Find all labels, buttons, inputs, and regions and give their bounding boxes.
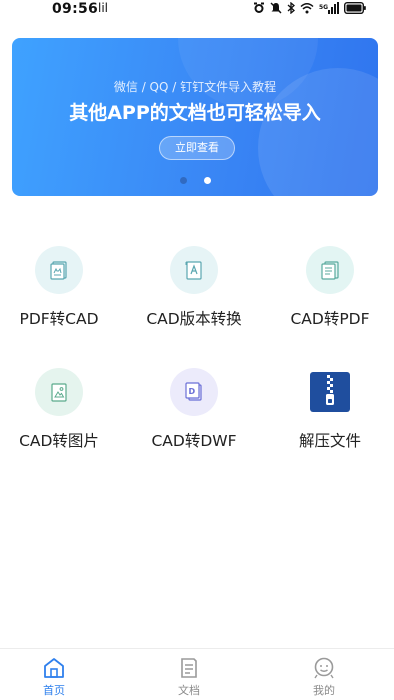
mute-icon [270, 2, 282, 14]
battery-icon [344, 2, 366, 14]
tool-label: CAD转图片 [19, 432, 99, 450]
svg-text:lil: lil [98, 1, 108, 14]
svg-text:5G: 5G [319, 4, 328, 11]
tool-label: CAD转PDF [290, 310, 370, 328]
promo-banner[interactable]: 微信 / QQ / 钉钉文件导入教程 其他APP的文档也可轻松导入 立即查看 [12, 38, 378, 196]
tool-cad-to-image[interactable]: CAD转图片 [0, 368, 124, 468]
bluetooth-icon [287, 2, 295, 14]
profile-icon [314, 657, 334, 679]
tool-cad-version[interactable]: CAD版本转换 [129, 246, 259, 346]
signal-icon: 5G [319, 2, 339, 14]
tab-label: 文档 [178, 684, 200, 697]
cad-version-icon [170, 246, 218, 294]
banner-subtitle: 微信 / QQ / 钉钉文件导入教程 [113, 80, 277, 94]
tool-label: CAD转DWF [151, 432, 237, 450]
cad-to-pdf-icon [306, 246, 354, 294]
tab-profile[interactable]: 我的 [284, 649, 364, 700]
status-time: 09:56 [52, 1, 99, 17]
status-icons: 5G [253, 2, 366, 14]
view-now-button[interactable]: 立即查看 [159, 136, 235, 160]
tool-label: CAD版本转换 [146, 310, 242, 328]
carousel-indicator [12, 177, 378, 184]
document-icon [181, 658, 197, 678]
tab-documents[interactable]: 文档 [149, 649, 229, 700]
tab-label: 首页 [43, 684, 65, 697]
svg-text:D: D [189, 387, 196, 396]
wifi-icon [300, 3, 314, 14]
tool-pdf-to-cad[interactable]: PDF转CAD [0, 246, 124, 346]
banner-title: 其他APP的文档也可轻松导入 [69, 102, 321, 124]
tool-cad-to-dwf[interactable]: D CAD转DWF [129, 368, 259, 468]
alarm-icon [254, 2, 264, 13]
tool-unzip[interactable]: 解压文件 [265, 368, 394, 468]
tool-label: PDF转CAD [19, 310, 99, 328]
tool-cad-to-pdf[interactable]: CAD转PDF [265, 246, 394, 346]
carousel-dot[interactable] [179, 177, 187, 184]
bottom-tab-bar: 首页 文档 我的 [0, 648, 394, 700]
pdf-to-cad-icon [35, 246, 83, 294]
unzip-icon [306, 368, 354, 416]
cad-to-dwf-icon: D [170, 368, 218, 416]
carousel-dot-active[interactable] [203, 177, 211, 184]
network-indicator: lil [98, 0, 116, 18]
cad-to-image-icon [35, 368, 83, 416]
tool-label: 解压文件 [298, 432, 361, 450]
tab-home[interactable]: 首页 [14, 649, 94, 700]
status-bar: 09:56 lil 5G [0, 0, 394, 22]
home-icon [44, 658, 64, 678]
tab-label: 我的 [313, 684, 335, 697]
